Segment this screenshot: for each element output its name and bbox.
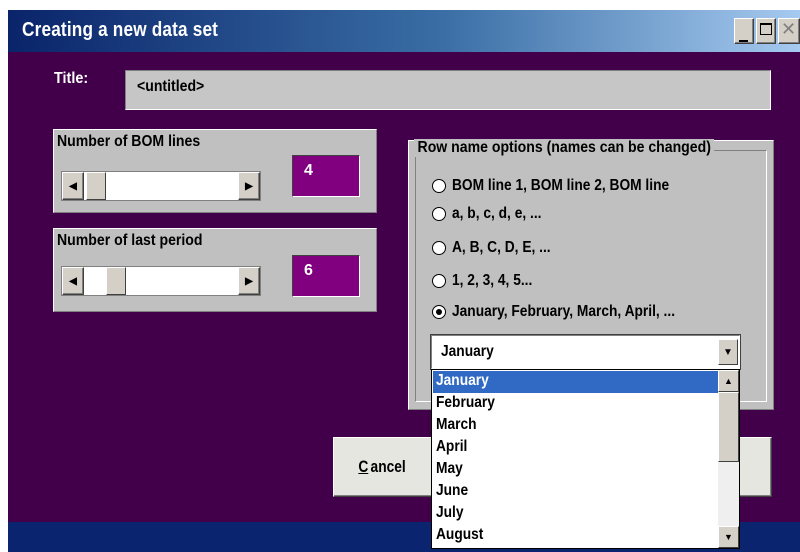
option-months[interactable]: January, February, March, April, ...	[432, 300, 711, 324]
radio-icon	[432, 241, 446, 255]
title-input[interactable]: <untitled>	[125, 70, 771, 110]
option-bom-line[interactable]: BOM line 1, BOM line 2, BOM line	[432, 174, 704, 198]
minimize-icon	[739, 40, 748, 42]
radio-icon	[432, 207, 446, 221]
arrow-left-icon: ◀	[69, 180, 77, 192]
last-period-slider[interactable]: ◀ ▶	[61, 266, 261, 296]
month-option[interactable]: May	[433, 459, 718, 481]
dropdown-scrollbar[interactable]: ▲ ▼	[718, 370, 739, 548]
month-dropdown-list[interactable]: January February March April May June Ju…	[431, 369, 740, 549]
title-input-value: <untitled>	[137, 78, 205, 95]
month-option[interactable]: August	[433, 525, 718, 547]
option-numbers[interactable]: 1, 2, 3, 4, 5...	[432, 269, 545, 293]
option-lowercase[interactable]: a, b, c, d, e, ...	[432, 202, 556, 226]
last-period-right-button[interactable]: ▶	[238, 267, 260, 295]
close-icon: ✕	[781, 19, 797, 39]
last-period-thumb[interactable]	[106, 267, 126, 295]
month-option[interactable]: June	[433, 481, 718, 503]
bom-lines-slider[interactable]: ◀ ▶	[61, 171, 261, 201]
arrow-right-icon: ▶	[245, 180, 253, 192]
window-title: Creating a new data set	[22, 19, 219, 41]
radio-icon	[432, 274, 446, 288]
month-option[interactable]: July	[433, 503, 718, 525]
month-combo[interactable]: January ▼	[430, 334, 741, 370]
bom-lines-thumb[interactable]	[86, 172, 106, 200]
month-option[interactable]: February	[433, 393, 718, 415]
dialog-window: Creating a new data set ✕ Title: <untitl…	[0, 0, 800, 552]
bom-lines-label: Number of BOM lines	[57, 133, 201, 150]
month-combo-dropdown-button[interactable]: ▼	[718, 339, 738, 365]
month-combo-value: January	[441, 343, 494, 360]
arrow-up-icon: ▲	[724, 376, 733, 386]
arrow-down-icon: ▼	[724, 532, 733, 542]
dropdown-scroll-thumb[interactable]	[718, 392, 739, 462]
bom-lines-value: 4	[292, 155, 360, 197]
last-period-value: 6	[292, 255, 360, 297]
cancel-button[interactable]: Cancel	[333, 437, 433, 497]
scroll-up-button[interactable]: ▲	[718, 370, 739, 392]
scroll-down-button[interactable]: ▼	[718, 526, 739, 548]
last-period-left-button[interactable]: ◀	[62, 267, 84, 295]
arrow-left-icon: ◀	[69, 275, 77, 287]
month-option[interactable]: April	[433, 437, 718, 459]
title-bar[interactable]: Creating a new data set ✕	[8, 10, 800, 52]
maximize-icon	[760, 23, 772, 35]
title-label: Title:	[54, 70, 89, 87]
bom-lines-right-button[interactable]: ▶	[238, 172, 260, 200]
bom-lines-left-button[interactable]: ◀	[62, 172, 84, 200]
row-name-options-label: Row name options (names can be changed)	[414, 139, 715, 157]
arrow-right-icon: ▶	[245, 275, 253, 287]
radio-selected-icon	[432, 305, 446, 319]
month-option[interactable]: March	[433, 415, 718, 437]
option-uppercase[interactable]: A, B, C, D, E, ...	[432, 236, 567, 260]
chevron-down-icon: ▼	[723, 346, 733, 358]
last-period-label: Number of last period	[57, 232, 203, 249]
radio-icon	[432, 179, 446, 193]
month-option[interactable]: January	[433, 371, 718, 393]
